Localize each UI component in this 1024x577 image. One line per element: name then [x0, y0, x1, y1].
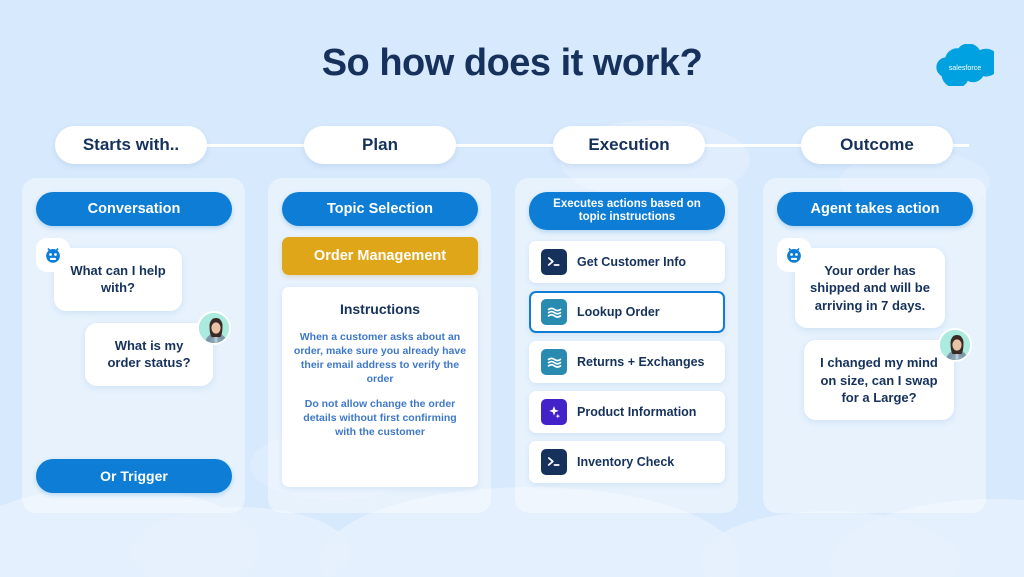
action-row-inventory-check[interactable]: Inventory Check	[529, 441, 725, 484]
column-header-executes-actions: Executes actions based on topic instruct…	[529, 192, 725, 231]
action-row-returns-exchanges[interactable]: Returns + Exchanges	[529, 341, 725, 384]
bot-avatar-icon	[36, 238, 70, 272]
chat-bubble-text: Your order has shipped and will be arriv…	[795, 248, 945, 329]
column-header-conversation: Conversation	[36, 192, 232, 226]
column-topic-selection: Topic Selection Order Management Instruc…	[268, 178, 491, 513]
apex-terminal-icon	[541, 449, 567, 476]
flow-icon	[541, 299, 567, 326]
user-avatar-photo	[197, 310, 231, 345]
chat-message-bot: What can I help with?	[36, 238, 231, 311]
page-title: So how does it work?	[321, 42, 703, 84]
stage-rail: Starts with.. Plan Execution Outcome	[0, 126, 1024, 164]
bot-avatar-icon	[777, 238, 811, 272]
stage-pill-plan[interactable]: Plan	[304, 126, 456, 164]
apex-terminal-icon	[541, 249, 567, 276]
action-label: Get Customer Info	[577, 255, 687, 270]
action-row-product-information[interactable]: Product Information	[529, 391, 725, 434]
instructions-card: Instructions When a customer asks about …	[282, 287, 478, 487]
topic-order-management-button[interactable]: Order Management	[282, 237, 478, 275]
chat-message-bot: Your order has shipped and will be arriv…	[777, 238, 972, 329]
chat-thread-outcome: Your order has shipped and will be arriv…	[777, 238, 972, 421]
or-trigger-button[interactable]: Or Trigger	[36, 459, 232, 493]
stage-pill-execution[interactable]: Execution	[553, 126, 705, 164]
instructions-title: Instructions	[339, 301, 421, 317]
action-label: Product Information	[577, 405, 697, 420]
column-conversation: Conversation What can I help with? What …	[22, 178, 245, 513]
stage-columns: Conversation What can I help with? What …	[0, 178, 1024, 518]
svg-text:salesforce: salesforce	[949, 64, 982, 72]
chat-bubble-text: What can I help with?	[54, 248, 182, 311]
action-label: Inventory Check	[577, 455, 675, 470]
chat-bubble-text: What is my order status?	[85, 322, 213, 386]
column-header-agent-takes-action: Agent takes action	[777, 192, 973, 226]
instructions-paragraph: Do not allow change the order details wi…	[303, 398, 457, 439]
action-label: Lookup Order	[577, 305, 660, 320]
prompt-template-icon	[541, 399, 567, 426]
chat-message-user: What is my order status?	[36, 310, 231, 386]
action-row-get-customer-info[interactable]: Get Customer Info	[529, 241, 725, 284]
column-execution: Executes actions based on topic instruct…	[515, 178, 738, 513]
action-row-lookup-order[interactable]: Lookup Order	[529, 291, 725, 334]
action-label: Returns + Exchanges	[577, 355, 705, 370]
user-avatar-photo	[938, 328, 972, 363]
flow-icon	[541, 349, 567, 376]
action-list: Get Customer Info Lookup Order Returns +…	[529, 241, 725, 484]
column-header-topic-selection: Topic Selection	[282, 192, 478, 226]
chat-thread-start: What can I help with? What is my order s…	[36, 238, 231, 386]
stage-pill-outcome[interactable]: Outcome	[801, 126, 953, 164]
chat-message-user: I changed my mind on size, can I swap fo…	[777, 328, 972, 421]
instructions-paragraph: When a customer asks about an order, mak…	[293, 331, 467, 385]
chat-bubble-text: I changed my mind on size, can I swap fo…	[804, 340, 954, 421]
salesforce-cloud-logo: salesforce	[936, 43, 1000, 88]
column-outcome: Agent takes action Your order has shippe…	[763, 178, 986, 513]
stage-pill-starts-with[interactable]: Starts with..	[55, 126, 207, 164]
